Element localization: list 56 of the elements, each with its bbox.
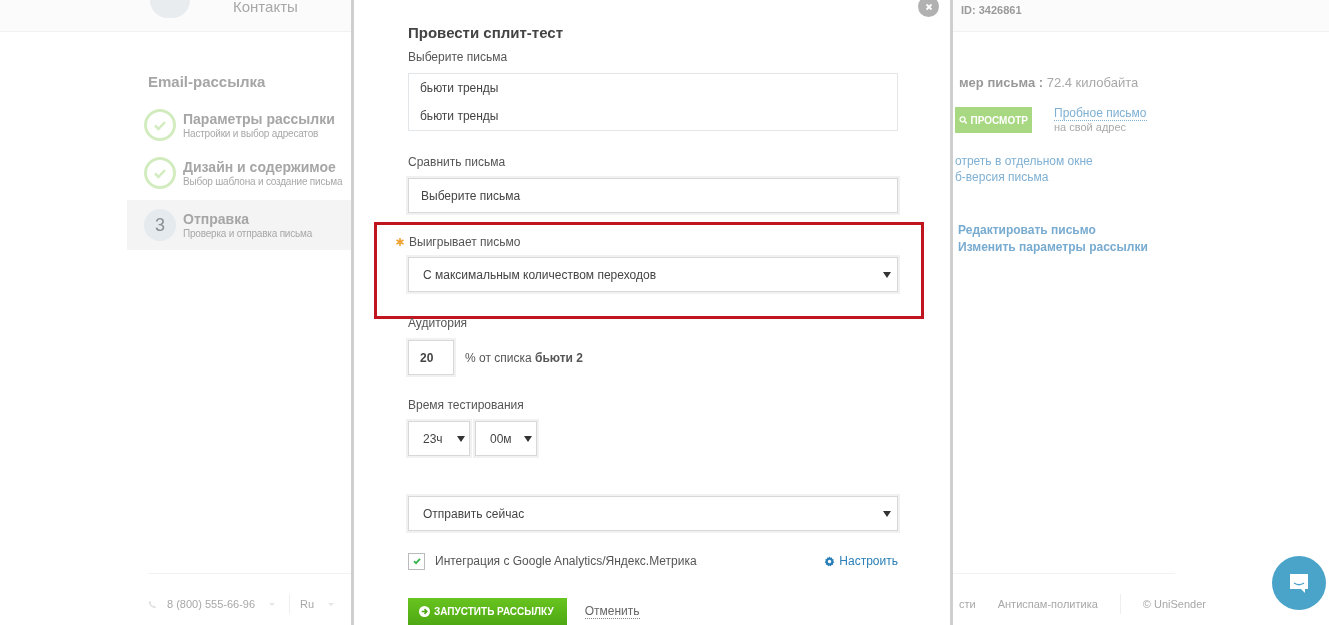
- cancel-link[interactable]: Отменить: [584, 604, 640, 619]
- preview-button[interactable]: ПРОСМОТР: [955, 107, 1032, 133]
- field-label: Аудитория: [408, 316, 469, 330]
- checkbox[interactable]: [408, 552, 425, 570]
- phone-icon: [148, 599, 157, 609]
- check-circle-icon: [144, 109, 176, 141]
- field-label: Время тестирования: [408, 398, 525, 412]
- step-number: 3: [144, 209, 176, 241]
- settings-icon: [824, 555, 836, 567]
- step-item[interactable]: Дизайн и содержимое Выбор шаблона и создание письма: [127, 149, 351, 197]
- settings-link[interactable]: Настроить: [824, 554, 898, 568]
- field-label: Выберите письма: [408, 50, 509, 64]
- step-subtitle: Настройки и выбор адресатов: [183, 127, 320, 140]
- letter-size: мер письма : 72.4 килобайта: [959, 75, 1140, 90]
- step-title: Параметры рассылки: [183, 110, 335, 128]
- chat-button[interactable]: [1272, 556, 1326, 610]
- winner-dropdown[interactable]: С максимальным количеством переходов: [408, 257, 898, 292]
- section-title: Email-рассылка: [147, 73, 267, 92]
- step-item[interactable]: Параметры рассылки Настройки и выбор адресатов: [127, 101, 351, 149]
- letters-listbox[interactable]: бьюти тренды бьюти тренды: [408, 73, 898, 131]
- step-item[interactable]: 3 Отправка Проверка и отправка письма: [127, 200, 351, 250]
- check-circle-icon: [144, 157, 176, 189]
- list-option[interactable]: бьюти тренды: [420, 74, 886, 102]
- test-letter-hint: на свой адрес: [1054, 121, 1128, 133]
- step-title: Дизайн и содержимое: [183, 158, 337, 176]
- checkbox-label: Интеграция с Google Analytics/Яндекс.Метрика: [435, 554, 697, 568]
- step-subtitle: Проверка и отправка письма: [183, 227, 313, 240]
- footer-link[interactable]: Антиспам-политика: [997, 598, 1098, 610]
- step-title: Отправка: [183, 210, 250, 228]
- view-link[interactable]: отреть в отдельном окне: [955, 153, 1148, 169]
- account-id: ID: 3426861: [961, 4, 1022, 16]
- test-letter-link[interactable]: Пробное письмо: [1054, 107, 1147, 121]
- step-subtitle: Выбор шаблона и создание письма: [183, 175, 343, 188]
- view-link[interactable]: б-версия письма: [955, 169, 1148, 185]
- phone-number[interactable]: 8 (800) 555-66-96: [167, 598, 256, 610]
- field-label: Выигрывает письмо: [409, 235, 521, 249]
- minutes-dropdown[interactable]: 00м: [475, 421, 537, 456]
- launch-button[interactable]: ЗАПУСТИТЬ РАССЫЛКУ: [408, 598, 567, 625]
- field-label: Сравнить письма: [408, 155, 507, 169]
- footer-link[interactable]: сти: [959, 598, 976, 610]
- audience-suffix: % от списка бьюти 2: [465, 350, 583, 365]
- action-link[interactable]: Изменить параметры рассылки: [958, 239, 1148, 256]
- hours-dropdown[interactable]: 23ч: [408, 421, 470, 456]
- search-icon: [959, 115, 968, 125]
- schedule-dropdown[interactable]: Отправить сейчас: [408, 496, 898, 531]
- chat-icon: [1287, 571, 1311, 595]
- arrow-circle-icon: [419, 606, 430, 617]
- dialog-title: Провести сплит-тест: [408, 24, 565, 42]
- compare-field[interactable]: Выберите письма: [408, 178, 898, 213]
- action-link[interactable]: Редактировать письмо: [958, 222, 1148, 239]
- language-selector[interactable]: Ru: [300, 598, 315, 610]
- audience-input[interactable]: 20: [408, 340, 454, 375]
- list-option[interactable]: бьюти тренды: [420, 102, 886, 130]
- copyright: © UniSender: [1142, 598, 1206, 610]
- check-icon: [411, 556, 422, 566]
- nav-link[interactable]: Контакты: [233, 0, 298, 14]
